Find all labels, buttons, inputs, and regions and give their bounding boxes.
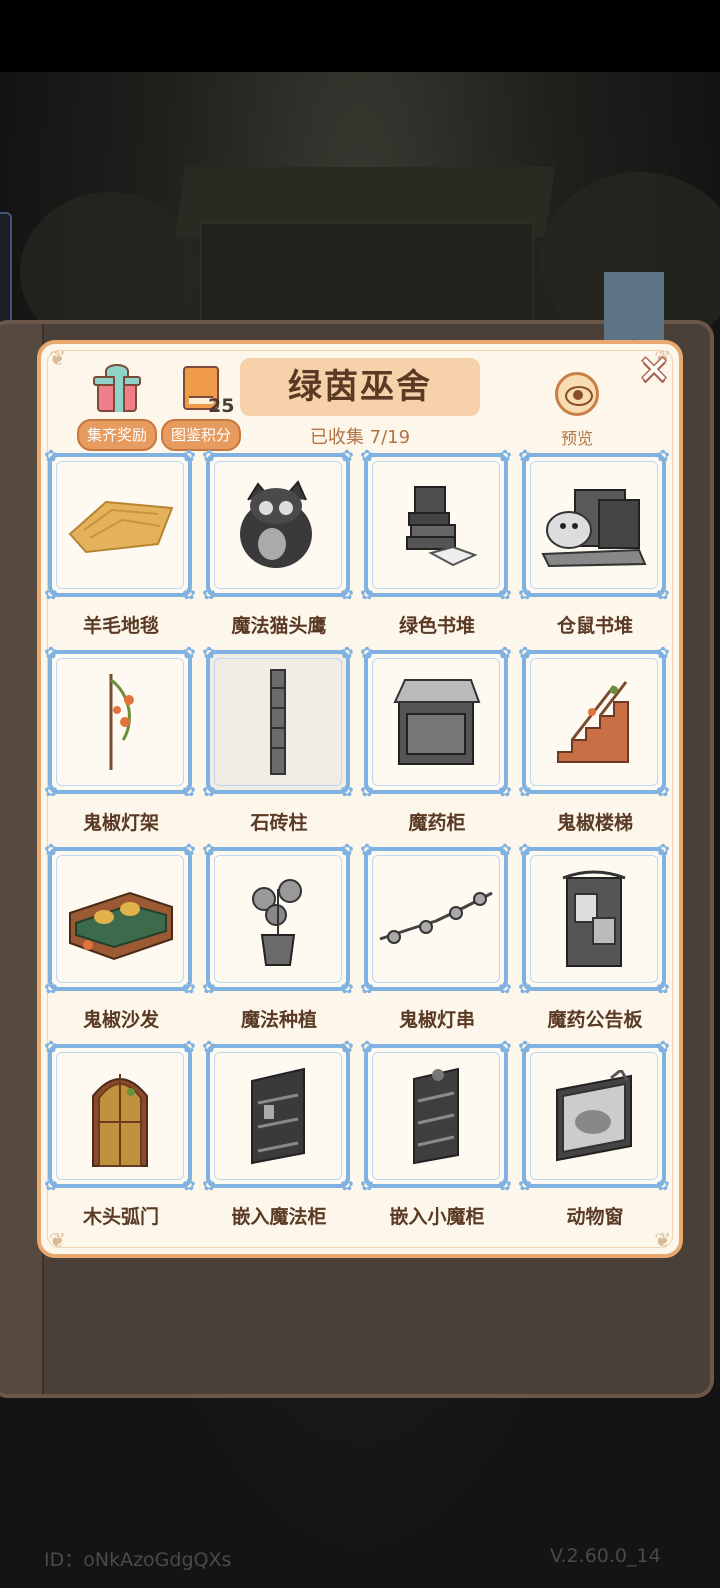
close-icon[interactable]: ✕: [634, 350, 674, 390]
item-card[interactable]: ✿ ✿ ✿ ✿ 仓鼠书堆: [518, 448, 670, 641]
catalog-points-button[interactable]: 图鉴积分: [161, 419, 242, 451]
item-label: 动物窗: [566, 1206, 624, 1228]
wooden-arch-door-image: [92, 1074, 148, 1167]
catalog-points-value: 25: [208, 395, 235, 417]
item-card[interactable]: ✿ ✿ ✿ ✿ 魔法种植: [202, 842, 354, 1035]
set-reward-button[interactable]: 集齐奖励: [77, 419, 158, 451]
item-card[interactable]: ✿ ✿ ✿ ✿ 鬼椒沙发: [44, 842, 196, 1035]
pepper-staircase-image: [557, 681, 629, 763]
item-label: 魔法猫头鹰: [231, 615, 327, 637]
preview-label[interactable]: 预览: [555, 425, 599, 449]
catalog-points-label: 图鉴积分: [171, 426, 232, 444]
item-label: 鬼椒沙发: [82, 1009, 159, 1031]
animal-window-image: [556, 1070, 632, 1162]
item-grid: ✿ ✿ ✿ ✿ 羊毛地毯 ✿ ✿ ✿ ✿ 魔法猫头鹰 ✿ ✿ ✿ ✿ 绿色书堆 …: [44, 448, 674, 1241]
item-label: 鬼椒楼梯: [556, 812, 633, 834]
eye-icon[interactable]: [555, 372, 599, 416]
item-label: 木头弧门: [82, 1206, 159, 1228]
item-label: 魔法种植: [240, 1009, 317, 1031]
side-tab[interactable]: [0, 212, 12, 336]
item-card[interactable]: ✿ ✿ ✿ ✿ 魔法猫头鹰: [202, 448, 354, 641]
item-label: 嵌入小魔柜: [389, 1206, 485, 1228]
item-card[interactable]: ✿ ✿ ✿ ✿ 嵌入魔法柜: [202, 1039, 354, 1232]
item-label: 鬼椒灯串: [398, 1009, 475, 1031]
built-in-small-cabinet-image: [413, 1067, 459, 1165]
item-card[interactable]: ✿ ✿ ✿ ✿ 魔药柜: [360, 645, 512, 838]
item-label: 鬼椒灯架: [82, 812, 159, 834]
pepper-sofa-image: [69, 891, 173, 961]
magic-owl-image: [240, 480, 312, 568]
item-label: 魔药公告板: [547, 1009, 643, 1031]
item-card[interactable]: ✿ ✿ ✿ ✿ 木头弧门: [44, 1039, 196, 1232]
stone-brick-pillar-image: [270, 669, 286, 775]
user-id: ID：oNkAzoGdgQXs: [44, 1549, 232, 1571]
pepper-light-string-image: [379, 891, 493, 944]
page-title: 绿茵巫舍: [240, 358, 480, 416]
gift-icon[interactable]: [93, 364, 141, 412]
item-card[interactable]: ✿ ✿ ✿ ✿ 鬼椒灯串: [360, 842, 512, 1035]
item-label: 仓鼠书堆: [556, 615, 633, 637]
version-label: V.2.60.0_14: [550, 1545, 661, 1567]
potion-notice-board-image: [562, 870, 626, 967]
hamster-book-pile-image: [541, 489, 647, 568]
item-card[interactable]: ✿ ✿ ✿ ✿ 魔药公告板: [518, 842, 670, 1035]
item-label: 嵌入魔法柜: [231, 1206, 327, 1228]
item-label: 魔药柜: [408, 812, 466, 834]
item-card[interactable]: ✿ ✿ ✿ ✿ 鬼椒楼梯: [518, 645, 670, 838]
magic-planter-image: [252, 879, 302, 966]
item-card[interactable]: ✿ ✿ ✿ ✿ 石砖柱: [202, 645, 354, 838]
built-in-magic-cabinet-image: [251, 1067, 305, 1165]
set-reward-label: 集齐奖励: [87, 426, 148, 444]
item-label: 绿色书堆: [398, 615, 475, 637]
pepper-lamp-stand-image: [109, 674, 134, 770]
item-label: 石砖柱: [250, 812, 308, 834]
item-label: 羊毛地毯: [82, 615, 159, 637]
green-book-pile-image: [406, 486, 478, 567]
potion-cabinet-image: [393, 679, 481, 765]
item-card[interactable]: ✿ ✿ ✿ ✿ 绿色书堆: [360, 448, 512, 641]
item-card[interactable]: ✿ ✿ ✿ ✿ 羊毛地毯: [44, 448, 196, 641]
item-card[interactable]: ✿ ✿ ✿ ✿ 嵌入小魔柜: [360, 1039, 512, 1232]
item-card[interactable]: ✿ ✿ ✿ ✿ 动物窗: [518, 1039, 670, 1232]
wool-rug-image: [68, 500, 174, 554]
item-card[interactable]: ✿ ✿ ✿ ✿ 鬼椒灯架: [44, 645, 196, 838]
